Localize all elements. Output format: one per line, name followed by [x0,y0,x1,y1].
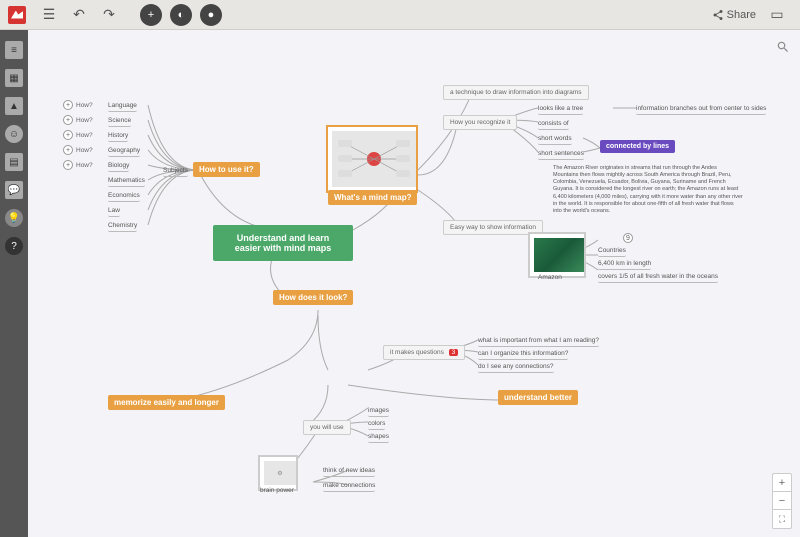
question-badge: 3 [449,349,459,356]
share-label: Share [727,9,756,21]
node-makes-questions[interactable]: it makes questions 3 [383,345,465,360]
expand-biology[interactable]: +How? [63,160,93,170]
node-whats-mindmap[interactable]: What's a mind map? [328,190,417,205]
subjects-label[interactable]: Subjects [163,165,188,177]
top-toolbar: ☰ ↶ ↷ + ◐ ● Share ▭ [0,0,800,30]
q-organize[interactable]: can I organize this information? [478,348,568,360]
subject-history[interactable]: History [108,130,128,142]
brain-ideas[interactable]: think of new ideas [323,465,375,477]
amazon-countries[interactable]: Countries [598,245,626,257]
expand-geography[interactable]: +How? [63,145,93,155]
node-main[interactable]: Understand and learn easier with mind ma… [213,225,353,261]
amazon-length[interactable]: 6,400 km in length [598,258,651,270]
subject-geography[interactable]: Geography [108,145,140,157]
amazon-label[interactable]: Amazon [538,272,562,283]
subject-language[interactable]: Language [108,100,137,112]
subject-law[interactable]: Law [108,205,120,217]
brain-connections[interactable]: make connections [323,480,375,492]
app-logo-icon[interactable] [8,6,26,24]
node-recognize[interactable]: How you recognize it [443,115,517,130]
rec-branches[interactable]: information branches out from center to … [636,103,766,115]
subject-science[interactable]: Science [108,115,131,127]
expand-language[interactable]: +How? [63,100,93,110]
rec-consists[interactable]: consists of [538,118,569,130]
node-understand[interactable]: understand better [498,390,578,405]
tool-circle-icon[interactable]: ◐ [170,4,192,26]
zoom-fit-button[interactable]: ⛶ [773,510,791,528]
search-icon[interactable] [776,40,790,59]
subject-biology[interactable]: Biology [108,160,129,172]
menu-icon[interactable]: ☰ [38,4,60,26]
q-connections[interactable]: do I see any connections? [478,361,554,373]
sidebar-idea-icon[interactable]: 💡 [5,209,23,227]
zoom-controls: + − ⛶ [772,473,792,529]
amazon-water[interactable]: covers 1/5 of all fresh water in the oce… [598,271,718,283]
present-icon[interactable]: ▭ [766,4,788,26]
zoom-in-button[interactable]: + [773,474,791,492]
share-button[interactable]: Share [712,9,756,21]
q-important[interactable]: what is important from what I am reading… [478,335,599,347]
mindmap-canvas[interactable]: +How? +How? +How? +How? +How? Language S… [28,30,800,537]
sidebar-help-icon[interactable]: ? [5,237,23,255]
redo-icon[interactable]: ↷ [98,4,120,26]
node-how-look[interactable]: How does it look? [273,290,353,305]
node-connected[interactable]: connected by lines [600,140,675,153]
mindmap-thumbnail[interactable] [326,125,418,193]
node-technique[interactable]: a technique to draw information into dia… [443,85,589,100]
use-shapes[interactable]: shapes [368,431,389,443]
subject-economics[interactable]: Economics [108,190,140,202]
subject-chemistry[interactable]: Chemistry [108,220,137,232]
subject-mathematics[interactable]: Mathematics [108,175,145,187]
tool-dot-icon[interactable]: ● [200,4,222,26]
node-how-to-use[interactable]: How to use it? [193,162,260,177]
sidebar-list-icon[interactable]: ▤ [5,153,23,171]
node-memorize[interactable]: memorize easily and longer [108,395,225,410]
rec-words[interactable]: short words [538,133,572,145]
sidebar-image-icon[interactable]: ▲ [5,97,23,115]
sidebar-chat-icon[interactable]: 💬 [5,181,23,199]
use-colors[interactable]: colors [368,418,385,430]
expand-history[interactable]: +How? [63,130,93,140]
left-sidebar: ≡ ▦ ▲ ☺ ▤ 💬 💡 ? [0,30,28,537]
brain-label[interactable]: brain power [260,485,294,496]
rec-tree[interactable]: looks like a tree [538,103,583,115]
zoom-out-button[interactable]: − [773,492,791,510]
expand-countries[interactable]: 9 [623,233,636,243]
node-you-use[interactable]: you will use [303,420,351,435]
mindmap-thumb-icon [334,134,414,184]
sidebar-emoji-icon[interactable]: ☺ [5,125,23,143]
expand-science[interactable]: +How? [63,115,93,125]
rec-sentences[interactable]: short sentences [538,148,584,160]
undo-icon[interactable]: ↶ [68,4,90,26]
amazon-paragraph[interactable]: The Amazon River originates in streams t… [553,165,743,215]
use-images[interactable]: images [368,405,389,417]
sidebar-media-icon[interactable]: ▦ [5,69,23,87]
sidebar-text-icon[interactable]: ≡ [5,41,23,59]
add-node-icon[interactable]: + [140,4,162,26]
